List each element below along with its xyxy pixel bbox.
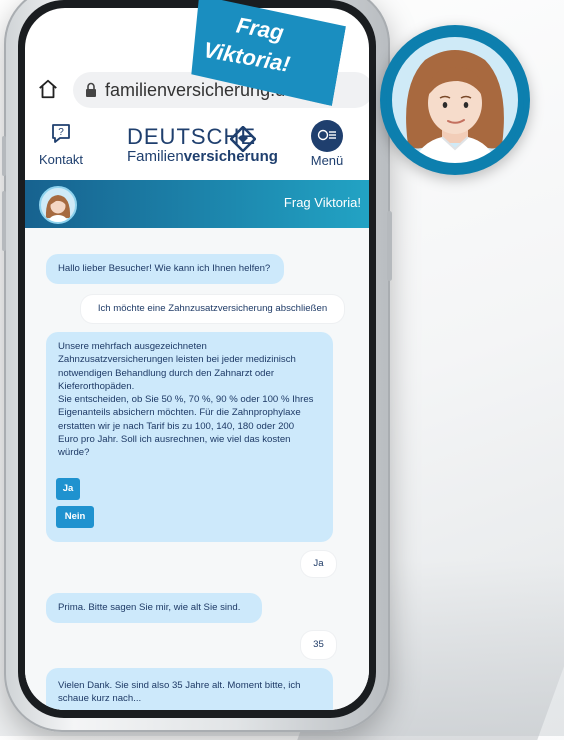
chat-message-user: Ja xyxy=(301,551,336,577)
chat-header-title: Frag Viktoria! xyxy=(283,195,361,210)
contact-label: Kontakt xyxy=(38,152,84,167)
avatar-icon xyxy=(39,186,77,224)
home-icon[interactable] xyxy=(37,78,59,100)
quick-reply-ja-button[interactable]: Ja xyxy=(56,478,80,500)
chat-message-bot: Prima. Bitte sagen Sie mir, wie alt Sie … xyxy=(46,593,262,623)
svg-text:?: ? xyxy=(58,127,64,138)
chat-message-user: 35 xyxy=(301,631,336,659)
phone-side-button xyxy=(387,211,392,281)
menu-button[interactable]: Menü xyxy=(305,120,349,168)
site-logo[interactable]: DEUTSCHE Familienversicherung xyxy=(127,124,278,165)
phone-volume-button xyxy=(2,191,6,251)
menu-label: Menü xyxy=(310,153,344,168)
chat-header: Frag Viktoria! xyxy=(25,180,369,228)
menu-chat-icon xyxy=(311,120,343,152)
chat-message-bot: Hallo lieber Besucher! Wie kann ich Ihne… xyxy=(46,254,284,284)
site-header: ? Kontakt DEUTSCHE Familienversicherung xyxy=(25,114,369,181)
logo-mark-icon xyxy=(230,126,256,152)
chat-message-user: Ich möchte eine Zahnzusatzversicherung a… xyxy=(81,295,344,323)
phone-volume-button xyxy=(2,136,6,176)
viktoria-avatar[interactable] xyxy=(380,25,530,175)
contact-button[interactable]: ? Kontakt xyxy=(35,122,87,167)
quick-reply-nein-button[interactable]: Nein xyxy=(56,506,94,528)
chat-question-icon: ? xyxy=(52,124,70,143)
phone-screen: familienversicherung.de ? Kontakt DEUTSC… xyxy=(25,8,369,710)
lock-icon xyxy=(86,82,96,97)
chat-conversation: Hallo lieber Besucher! Wie kann ich Ihne… xyxy=(25,228,369,710)
chat-message-bot: Vielen Dank. Sie sind also 35 Jahre alt.… xyxy=(46,668,333,710)
